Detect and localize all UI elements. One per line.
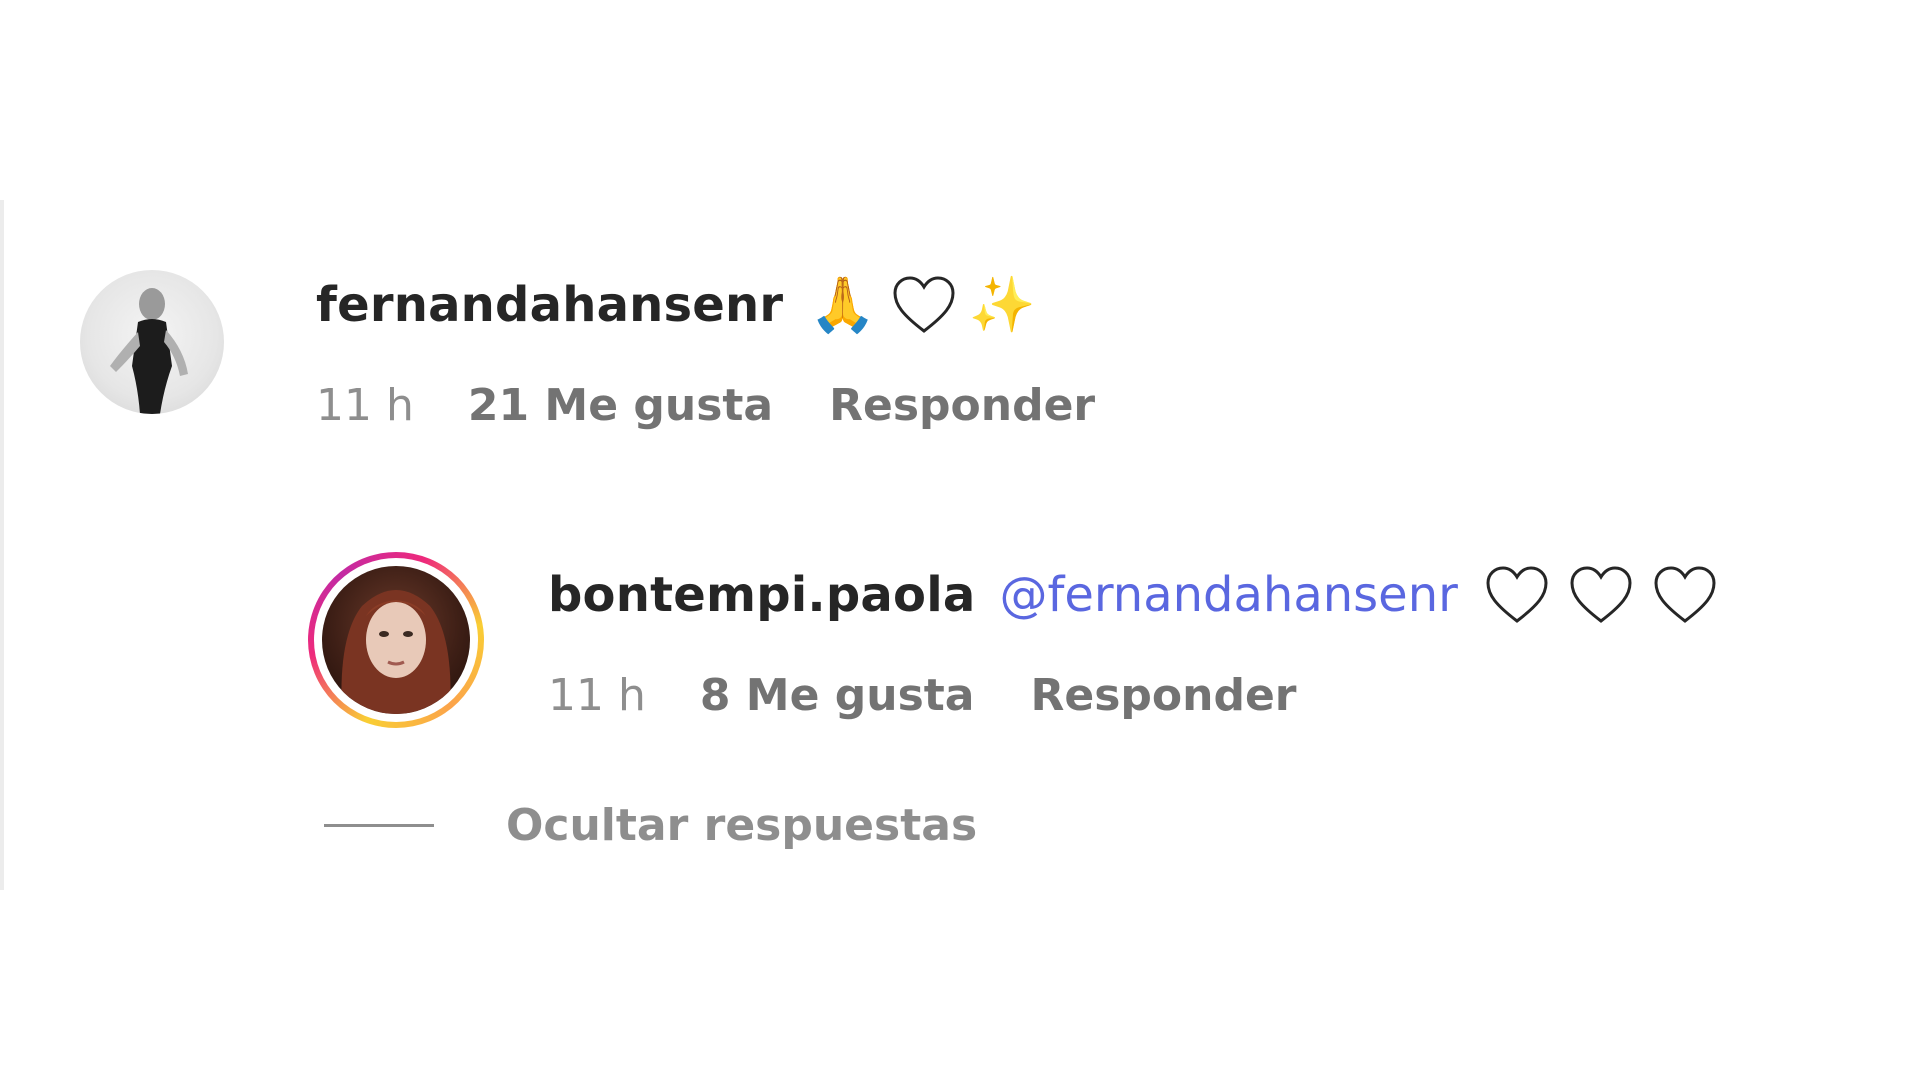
heart-icon	[1570, 566, 1632, 623]
profile-photo-icon	[341, 590, 451, 714]
hide-replies-button[interactable]: Ocultar respuestas	[324, 800, 977, 851]
comment-thread: fernandahansenr 🙏 ✨ 11 h 21 Me gusta Res…	[0, 200, 1920, 890]
mention-link[interactable]: @fernandahansenr	[999, 567, 1457, 623]
comment-username[interactable]: fernandahansenr	[316, 277, 783, 333]
profile-photo-icon	[110, 288, 188, 414]
reply-button[interactable]: Responder	[829, 380, 1095, 431]
hide-replies-label: Ocultar respuestas	[506, 800, 978, 851]
avatar	[322, 566, 470, 714]
comment-time[interactable]: 11 h	[316, 380, 414, 431]
reply-text: bontempi.paola @fernandahansenr	[548, 560, 1718, 630]
heart-icon	[1486, 566, 1548, 623]
avatar[interactable]	[80, 270, 224, 414]
comment-meta: 11 h 21 Me gusta Responder	[316, 380, 1095, 431]
reply-comment: bontempi.paola @fernandahansenr 11 h 8 M…	[308, 552, 1718, 728]
divider-line	[324, 824, 434, 827]
reply-username[interactable]: bontempi.paola	[548, 567, 975, 623]
reply-button[interactable]: Responder	[1031, 670, 1297, 721]
reply-meta: 11 h 8 Me gusta Responder	[548, 670, 1718, 721]
story-ring[interactable]	[308, 552, 484, 728]
comment-text: fernandahansenr 🙏 ✨	[316, 270, 1095, 340]
reply-time[interactable]: 11 h	[548, 670, 646, 721]
heart-icon	[1654, 566, 1716, 623]
heart-icon	[893, 276, 955, 333]
comment-likes[interactable]: 21 Me gusta	[468, 380, 773, 431]
comment: fernandahansenr 🙏 ✨ 11 h 21 Me gusta Res…	[80, 270, 1095, 431]
reply-likes[interactable]: 8 Me gusta	[700, 670, 975, 721]
sparkles-emoji: ✨	[968, 273, 1036, 336]
folded-hands-emoji: 🙏	[809, 273, 877, 336]
